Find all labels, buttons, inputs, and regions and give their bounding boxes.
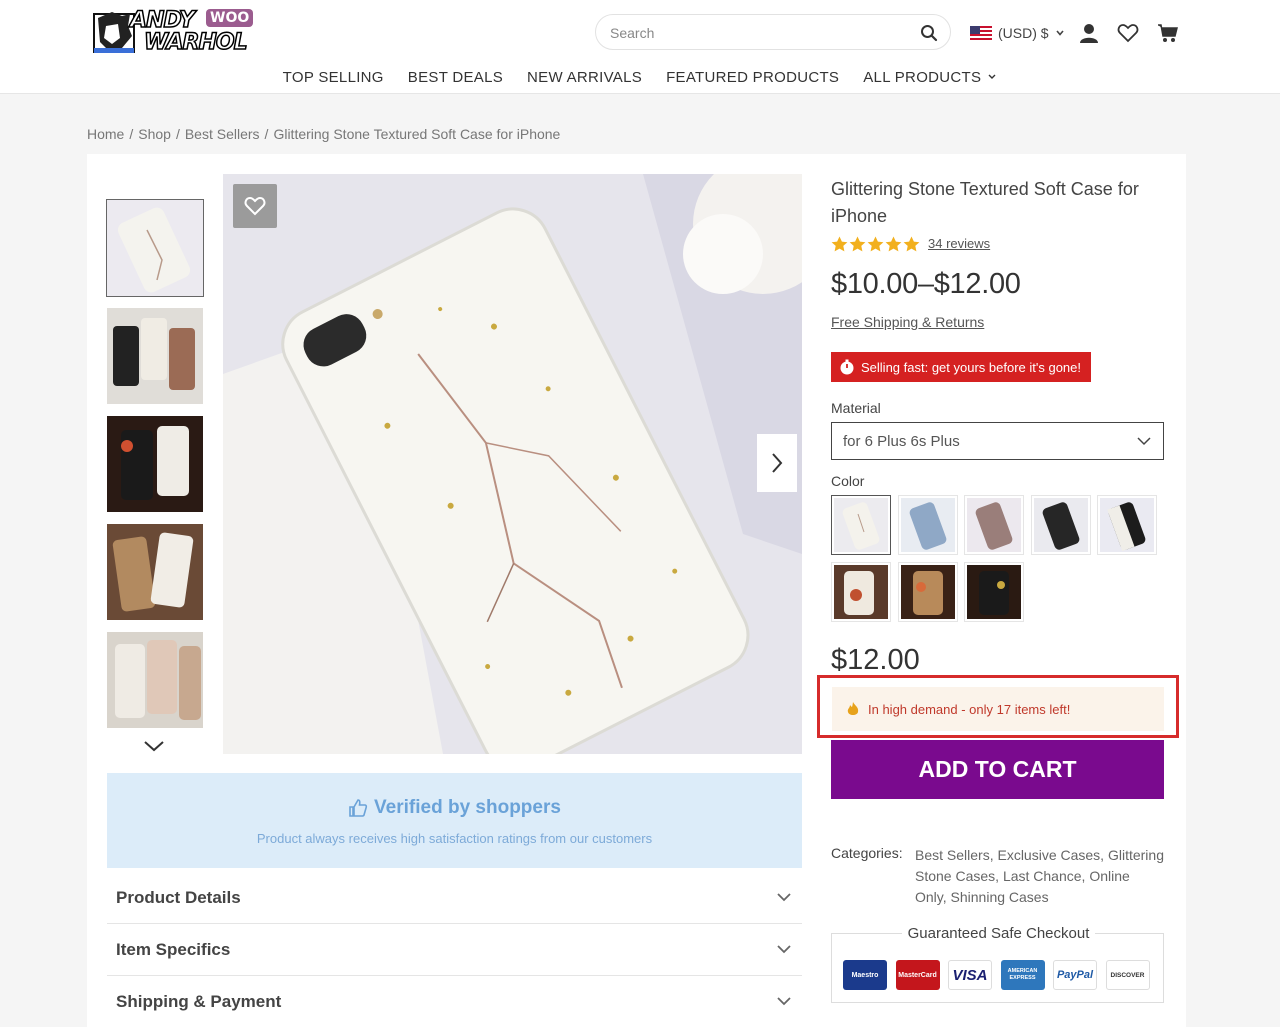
verified-banner: Verified by shoppers Product always rece…: [107, 773, 802, 868]
star-icon: [867, 236, 884, 252]
nav-best-deals[interactable]: BEST DEALS: [408, 66, 503, 88]
heart-icon: [244, 196, 266, 216]
color-swatch-4[interactable]: [1031, 495, 1091, 555]
search-icon[interactable]: [920, 24, 938, 42]
verified-title: Verified by shoppers: [107, 797, 802, 819]
thumbnail-4[interactable]: [107, 524, 203, 620]
accordion-item-specifics[interactable]: Item Specifics: [107, 924, 802, 976]
flame-icon: [847, 702, 859, 715]
accordion-shipping-payment[interactable]: Shipping & Payment: [107, 976, 802, 1027]
product-title: Glittering Stone Textured Soft Case for …: [831, 179, 1139, 226]
chevron-down-icon: [1137, 437, 1151, 446]
material-select-value: for 6 Plus 6s Plus: [843, 433, 960, 450]
chevron-down-icon: [777, 945, 791, 954]
accordion-product-details[interactable]: Product Details: [107, 872, 802, 924]
price-range: $10.00–$12.00: [831, 268, 1021, 300]
nav-top-selling[interactable]: TOP SELLING: [283, 66, 384, 88]
star-icon: [831, 236, 848, 252]
account-icon[interactable]: [1078, 22, 1100, 44]
breadcrumb-current: Glittering Stone Textured Soft Case for …: [273, 126, 561, 142]
visa-icon: VISA: [948, 960, 992, 990]
search-input[interactable]: [610, 23, 910, 43]
breadcrumb: Home / Shop / Best Sellers / Glittering Stone …: [87, 126, 561, 142]
logo-line2: WARHOL: [143, 29, 248, 56]
color-swatch-3[interactable]: [964, 495, 1024, 555]
thumbnail-5[interactable]: [107, 632, 203, 728]
safe-checkout-box: Guaranteed Safe Checkout Maestro MasterC…: [831, 925, 1164, 1003]
discover-icon: DISCOVER: [1105, 960, 1150, 990]
breadcrumb-home[interactable]: Home: [87, 126, 124, 142]
verified-subtitle: Product always receives high satisfactio…: [256, 831, 653, 846]
add-to-cart-button[interactable]: ADD TO CART: [831, 740, 1164, 799]
wishlist-icon[interactable]: [1117, 22, 1139, 44]
color-swatch-6[interactable]: [831, 562, 891, 622]
categories-label: Categories:: [831, 845, 903, 861]
us-flag-icon: [970, 26, 992, 40]
star-icon: [903, 236, 920, 252]
star-icon: [885, 236, 902, 252]
currency-label: (USD) $: [998, 25, 1049, 41]
nav-new-arrivals[interactable]: NEW ARRIVALS: [527, 66, 642, 88]
high-demand-text: In high demand - only 17 items left!: [868, 701, 1071, 717]
currency-selector[interactable]: (USD) $: [970, 24, 1065, 42]
cart-icon[interactable]: [1157, 22, 1179, 44]
selected-price: $12.00: [831, 644, 920, 676]
breadcrumb-best-sellers[interactable]: Best Sellers: [185, 126, 260, 142]
accordion-label: Product Details: [116, 888, 241, 907]
safe-checkout-title: Guaranteed Safe Checkout: [901, 925, 1096, 942]
paypal-icon: PayPal: [1053, 960, 1097, 990]
logo-badge: WOO: [206, 9, 254, 27]
thumbs-up-icon: [349, 799, 368, 817]
chevron-down-icon: [1055, 30, 1064, 36]
add-to-wishlist-button[interactable]: [233, 184, 277, 228]
thumbnail-1[interactable]: [106, 199, 204, 297]
chevron-down-icon: [777, 893, 791, 902]
chevron-down-icon[interactable]: [142, 738, 166, 754]
main-nav: TOP SELLING BEST DEALS NEW ARRIVALS FEAT…: [0, 66, 1280, 88]
stopwatch-icon: [840, 359, 854, 375]
material-select[interactable]: for 6 Plus 6s Plus: [831, 422, 1164, 460]
color-swatch-1[interactable]: [831, 495, 891, 555]
nav-all-products-label: ALL PRODUCTS: [863, 68, 982, 86]
chevron-down-icon: [988, 74, 996, 79]
chevron-right-icon: [772, 453, 783, 473]
search-box: [595, 14, 951, 50]
amex-icon: AMERICAN EXPRESS: [1000, 960, 1045, 990]
main-product-image[interactable]: [223, 174, 802, 754]
payment-methods: Maestro MasterCard VISA AMERICAN EXPRESS…: [843, 960, 1158, 990]
color-swatch-2[interactable]: [898, 495, 958, 555]
selling-fast-badge: Selling fast: get yours before it's gone…: [831, 352, 1091, 382]
nav-featured-products[interactable]: FEATURED PRODUCTS: [666, 66, 839, 88]
accordion-label: Shipping & Payment: [116, 992, 282, 1011]
mastercard-icon: MasterCard: [895, 960, 940, 990]
reviews-link[interactable]: 34 reviews: [928, 236, 990, 251]
thumbnail-3[interactable]: [107, 416, 203, 512]
high-demand-notice: In high demand - only 17 items left!: [832, 687, 1164, 731]
next-image-button[interactable]: [757, 434, 797, 492]
selling-fast-text: Selling fast: get yours before it's gone…: [861, 359, 1081, 375]
color-swatch-5[interactable]: [1097, 495, 1157, 555]
maestro-icon: Maestro: [843, 960, 887, 990]
material-label: Material: [831, 400, 881, 416]
color-swatch-7[interactable]: [898, 562, 958, 622]
verified-title-text: Verified by shoppers: [374, 797, 561, 818]
free-shipping-link[interactable]: Free Shipping & Returns: [831, 314, 984, 330]
site-logo[interactable]: ANDY WOO WARHOL: [92, 6, 254, 56]
categories-list[interactable]: Best Sellers, Exclusive Cases, Glitterin…: [915, 845, 1165, 908]
nav-all-products[interactable]: ALL PRODUCTS: [863, 66, 997, 88]
accordion-label: Item Specifics: [116, 940, 231, 959]
breadcrumb-shop[interactable]: Shop: [138, 126, 171, 142]
star-rating: [831, 236, 921, 252]
thumbnail-2[interactable]: [107, 308, 203, 404]
chevron-down-icon: [777, 997, 791, 1006]
star-icon: [849, 236, 866, 252]
color-swatch-8[interactable]: [964, 562, 1024, 622]
site-header: ANDY WOO WARHOL (USD) $ TOP SELLING: [0, 0, 1280, 94]
color-label: Color: [831, 473, 865, 489]
